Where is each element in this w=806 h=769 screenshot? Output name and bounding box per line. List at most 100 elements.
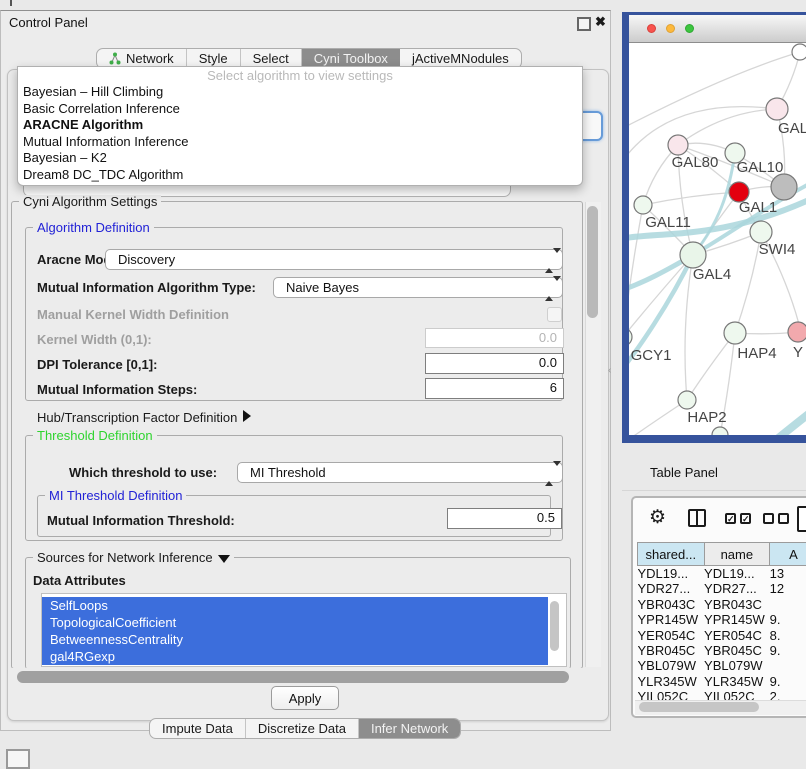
table-cell: YLR345W <box>704 674 770 689</box>
data-attributes-label: Data Attributes <box>33 573 126 588</box>
mi-algorithm-type-select[interactable]: Naive Bayes <box>273 277 563 298</box>
network-node-gal11[interactable] <box>634 196 652 214</box>
settings-hscroll-thumb[interactable] <box>17 671 569 683</box>
toolbar-remnant <box>10 0 12 6</box>
network-edge <box>735 232 761 333</box>
table-row[interactable]: YBR045CYBR045C9. <box>638 643 806 658</box>
network-node-gcy1[interactable] <box>629 328 632 346</box>
close-window-icon[interactable] <box>647 24 656 33</box>
zoom-window-icon[interactable] <box>685 24 694 33</box>
mi-threshold-label: Mutual Information Threshold: <box>47 513 235 528</box>
tab-discretize-data[interactable]: Discretize Data <box>246 719 359 738</box>
table-row[interactable]: YBL079WYBL079W <box>638 658 806 673</box>
columns-icon[interactable] <box>688 509 706 527</box>
node-label-gal80: GAL80 <box>672 154 719 171</box>
expand-arrow-icon <box>243 410 251 422</box>
network-node-gal4[interactable] <box>680 242 706 268</box>
table-row[interactable]: YDL19...YDL19...13 <box>638 566 806 582</box>
column-header-shared[interactable]: shared... <box>638 543 705 566</box>
attribute-item-betweennesscentrality[interactable]: BetweennessCentrality <box>42 631 548 648</box>
algorithm-option-bayesian-k2[interactable]: Bayesian – K2 <box>18 150 582 167</box>
column-header-name[interactable]: name <box>704 543 770 566</box>
network-node[interactable] <box>771 174 797 200</box>
tab-label: Select <box>253 51 289 66</box>
network-edge-highlighted <box>747 409 806 435</box>
network-node-gal80[interactable] <box>668 135 688 155</box>
tab-label: Impute Data <box>162 721 233 736</box>
attributes-scrollbar[interactable] <box>550 601 559 651</box>
attribute-item-selfloops[interactable]: SelfLoops <box>42 597 548 614</box>
table-row[interactable]: YDR27...YDR27...12 <box>638 581 806 596</box>
network-node[interactable] <box>712 427 728 435</box>
network-node-gal7[interactable] <box>766 98 788 120</box>
table-cell: YPR145W <box>638 612 705 627</box>
close-panel-icon[interactable]: ✖ <box>595 14 606 30</box>
select-all-checkbox-icon[interactable]: ✓ <box>725 513 736 524</box>
panel-divider-handle-icon[interactable]: ‹ <box>608 365 611 376</box>
minimized-panel-icon[interactable] <box>6 749 30 769</box>
network-node-hap4[interactable] <box>724 322 746 344</box>
table-cell: YBR043C <box>704 597 770 612</box>
manual-kernel-width-checkbox[interactable] <box>547 307 562 322</box>
algorithm-option-basic-correlation-inference[interactable]: Basic Correlation Inference <box>18 101 582 118</box>
network-edge <box>629 400 687 435</box>
table-row[interactable]: YLR345WYLR345W9. <box>638 674 806 689</box>
float-panel-icon[interactable] <box>577 17 591 31</box>
gear-icon[interactable]: ⚙ <box>649 508 666 528</box>
table-row[interactable]: YER054CYER054C8. <box>638 628 806 643</box>
data-attributes-list[interactable]: SelfLoopsTopologicalCoefficientBetweenne… <box>41 593 567 667</box>
table-cell: YBR043C <box>638 597 705 612</box>
hub-definition-toggle[interactable]: Hub/Transcription Factor Definition <box>37 410 251 425</box>
cyni-settings-group-title: Cyni Algorithm Settings <box>19 195 161 208</box>
table-hscroll-thumb[interactable] <box>639 702 759 712</box>
table-row[interactable]: YPR145WYPR145W9. <box>638 612 806 627</box>
network-edge <box>629 255 693 337</box>
minimize-window-icon[interactable] <box>666 24 675 33</box>
mi-threshold-field[interactable]: 0.5 <box>447 508 562 529</box>
network-node-y[interactable] <box>788 322 806 342</box>
import-table-icon[interactable] <box>797 506 806 532</box>
table-cell <box>770 597 806 612</box>
network-node[interactable] <box>792 44 806 60</box>
apply-button[interactable]: Apply <box>271 686 339 710</box>
network-node-swi4[interactable] <box>750 221 772 243</box>
tab-label: Infer Network <box>371 721 448 736</box>
node-label-gal10: GAL10 <box>737 159 784 176</box>
aracne-mode-value: Discovery <box>118 252 175 267</box>
dpi-tolerance-field[interactable]: 0.0 <box>425 353 564 374</box>
algorithm-option-bayesian-hill-climbing[interactable]: Bayesian – Hill Climbing <box>18 84 582 101</box>
attribute-item-topologicalcoefficient[interactable]: TopologicalCoefficient <box>42 614 548 631</box>
deselect-all-checkbox-icon[interactable] <box>763 513 774 524</box>
column-header-a[interactable]: A <box>770 543 806 566</box>
which-threshold-select[interactable]: MI Threshold <box>237 462 563 483</box>
mi-steps-field[interactable]: 6 <box>425 378 564 399</box>
tab-infer-network[interactable]: Infer Network <box>359 719 460 738</box>
dropdown-prompt: Select algorithm to view settings <box>18 68 582 84</box>
algorithm-option-dream8-dc-tdc-algorithm[interactable]: Dream8 DC_TDC Algorithm <box>18 167 582 184</box>
network-window-titlebar <box>629 15 806 43</box>
table-cell: YER054C <box>638 628 705 643</box>
settings-vscroll-thumb[interactable] <box>587 206 598 318</box>
table-cell: YPR145W <box>704 612 770 627</box>
network-canvas[interactable]: GAL7GAL80GAL10GAL1GAL11SWI4GAL4GCY1HAP4Y… <box>629 43 806 435</box>
attribute-item-gal4rgexp[interactable]: gal4RGexp <box>42 648 548 665</box>
tab-label: Style <box>199 51 228 66</box>
table-cell: YBR045C <box>638 643 705 658</box>
aracne-mode-select[interactable]: Discovery <box>105 249 563 270</box>
dpi-tolerance-label: DPI Tolerance [0,1]: <box>37 357 157 372</box>
hub-definition-label: Hub/Transcription Factor Definition <box>37 410 237 425</box>
network-node-hap2[interactable] <box>678 391 696 409</box>
node-label-gal1: GAL1 <box>739 199 777 216</box>
sources-group-toggle[interactable]: Sources for Network Inference <box>33 551 234 564</box>
table-panel-title: Table Panel <box>650 465 718 480</box>
algorithm-option-aracne-algorithm[interactable]: ARACNE Algorithm <box>18 117 582 134</box>
table-cell: 12 <box>770 581 806 596</box>
kernel-width-field[interactable]: 0.0 <box>425 328 564 348</box>
table-row[interactable]: YBR043CYBR043C <box>638 597 806 612</box>
deselect-all-checkbox-icon[interactable] <box>778 513 789 524</box>
algorithm-option-mutual-information-inference[interactable]: Mutual Information Inference <box>18 134 582 151</box>
tab-impute-data[interactable]: Impute Data <box>150 719 246 738</box>
table-toolbar: ⚙ ✓ ✓ <box>633 498 806 542</box>
node-table[interactable]: shared...nameA YDL19...YDL19...13YDR27..… <box>637 542 806 705</box>
select-all-checkbox-icon[interactable]: ✓ <box>740 513 751 524</box>
